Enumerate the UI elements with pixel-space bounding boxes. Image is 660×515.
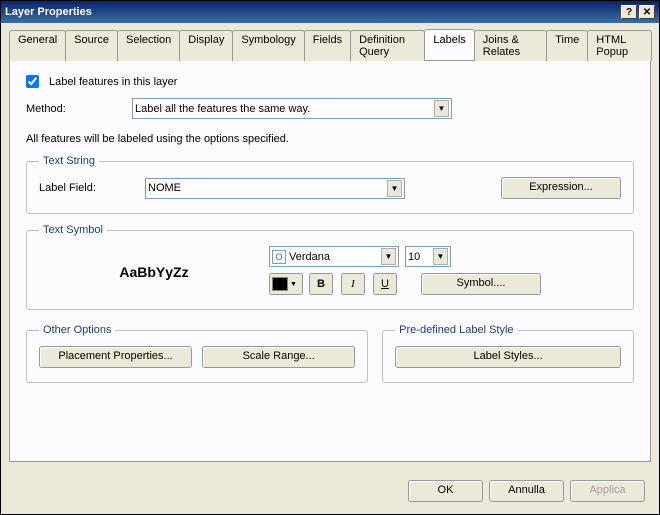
label-features-row: Label features in this layer xyxy=(26,75,634,88)
tab-panel-labels: Label features in this layer Method: Lab… xyxy=(9,61,651,462)
predefined-label-style-group: Pre-defined Label Style Label Styles... xyxy=(382,324,634,383)
dialog-footer: OK Annulla Applica xyxy=(1,470,659,514)
help-button[interactable]: ? xyxy=(621,5,637,19)
tab-symbology[interactable]: Symbology xyxy=(232,30,304,61)
label-features-checkbox[interactable] xyxy=(26,75,39,88)
font-sample: AaBbYyZz xyxy=(39,264,269,280)
expression-button[interactable]: Expression... xyxy=(501,177,621,199)
label-field-dropdown[interactable]: NOME ▼ xyxy=(145,178,405,199)
tab-definition-query[interactable]: Definition Query xyxy=(350,30,425,61)
method-label: Method: xyxy=(26,103,126,115)
tabs: General Source Selection Display Symbolo… xyxy=(9,29,651,61)
font-size-dropdown[interactable]: 10 ▼ xyxy=(405,246,451,267)
font-size-value: 10 xyxy=(408,251,420,263)
label-field-value: NOME xyxy=(148,182,181,194)
method-value: Label all the features the same way. xyxy=(135,103,310,115)
tab-joins-relates[interactable]: Joins & Relates xyxy=(474,30,547,61)
cancel-button[interactable]: Annulla xyxy=(489,480,564,502)
label-styles-button[interactable]: Label Styles... xyxy=(395,346,621,368)
scale-range-button[interactable]: Scale Range... xyxy=(202,346,355,368)
label-field-label: Label Field: xyxy=(39,182,139,194)
chevron-down-icon: ▼ xyxy=(433,248,448,265)
tab-labels[interactable]: Labels xyxy=(424,29,474,60)
text-string-group: Text String Label Field: NOME ▼ Expressi… xyxy=(26,155,634,214)
label-features-label: Label features in this layer xyxy=(49,76,177,88)
font-glyph-icon: O xyxy=(272,250,286,264)
text-string-legend: Text String xyxy=(39,155,99,167)
bold-button[interactable]: B xyxy=(309,273,333,295)
close-button[interactable]: ✕ xyxy=(639,5,655,19)
font-value: Verdana xyxy=(289,251,330,263)
tab-html-popup[interactable]: HTML Popup xyxy=(587,30,652,61)
italic-button[interactable]: I xyxy=(341,273,365,295)
tab-display[interactable]: Display xyxy=(179,30,233,61)
tab-general[interactable]: General xyxy=(9,30,66,61)
placement-properties-button[interactable]: Placement Properties... xyxy=(39,346,192,368)
info-text: All features will be labeled using the o… xyxy=(26,133,634,145)
chevron-down-icon: ▼ xyxy=(387,180,402,197)
apply-button[interactable]: Applica xyxy=(570,480,645,502)
tab-source[interactable]: Source xyxy=(65,30,118,61)
other-options-group: Other Options Placement Properties... Sc… xyxy=(26,324,368,383)
tab-time[interactable]: Time xyxy=(546,30,588,61)
other-options-legend: Other Options xyxy=(39,324,115,336)
layer-properties-window: Layer Properties ? ✕ General Source Sele… xyxy=(0,0,660,515)
tab-selection[interactable]: Selection xyxy=(117,30,180,61)
content: General Source Selection Display Symbolo… xyxy=(1,23,659,470)
font-dropdown[interactable]: OVerdana ▼ xyxy=(269,246,399,267)
titlebar: Layer Properties ? ✕ xyxy=(1,1,659,23)
ok-button[interactable]: OK xyxy=(408,480,483,502)
chevron-down-icon: ▼ xyxy=(290,281,297,288)
chevron-down-icon: ▼ xyxy=(434,100,449,117)
font-color-button[interactable]: ▼ xyxy=(269,273,303,295)
predefined-legend: Pre-defined Label Style xyxy=(395,324,517,336)
symbol-button[interactable]: Symbol.... xyxy=(421,273,541,295)
tab-fields[interactable]: Fields xyxy=(304,30,351,61)
method-row: Method: Label all the features the same … xyxy=(26,98,634,119)
window-title: Layer Properties xyxy=(5,6,619,18)
color-swatch xyxy=(272,277,288,291)
underline-button[interactable]: U xyxy=(373,273,397,295)
chevron-down-icon: ▼ xyxy=(381,248,396,265)
method-dropdown[interactable]: Label all the features the same way. ▼ xyxy=(132,98,452,119)
text-symbol-legend: Text Symbol xyxy=(39,224,107,236)
text-symbol-group: Text Symbol AaBbYyZz OVerdana ▼ 10 xyxy=(26,224,634,310)
